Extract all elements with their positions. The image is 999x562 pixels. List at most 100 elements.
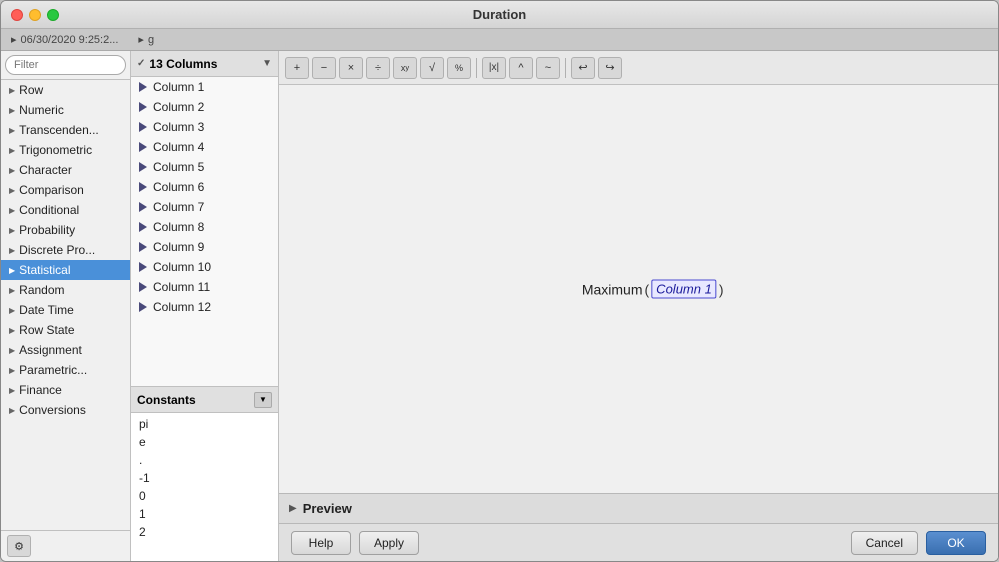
triangle-icon bbox=[139, 142, 147, 152]
formula-toolbar: + − × ÷ xy √ % |x| ^ ~ ↩ ↪ bbox=[279, 51, 998, 85]
list-item[interactable]: Column 5 bbox=[131, 157, 278, 177]
preview-label: Preview bbox=[303, 501, 352, 516]
preview-arrow-icon[interactable]: ▶ bbox=[289, 503, 297, 514]
arrow-icon: ▶ bbox=[9, 246, 15, 255]
list-item[interactable]: e bbox=[139, 433, 270, 451]
sidebar-item-row_state[interactable]: ▶Row State bbox=[1, 320, 130, 340]
list-item[interactable]: pi bbox=[139, 415, 270, 433]
arrow-icon: ▶ bbox=[9, 346, 15, 355]
apply-button[interactable]: Apply bbox=[359, 531, 419, 555]
arrow-icon: ▶ bbox=[9, 146, 15, 155]
formula-argument[interactable]: Column 1 bbox=[651, 280, 717, 299]
cancel-button[interactable]: Cancel bbox=[851, 531, 918, 555]
column-label: Column 8 bbox=[153, 220, 204, 234]
separator1 bbox=[476, 58, 477, 78]
help-button[interactable]: Help bbox=[291, 531, 351, 555]
main-content: ▶Row▶Numeric▶Transcenden... ▶ Trigonometri… bbox=[1, 51, 998, 561]
columns-header: ✓ 13 Columns ▼ bbox=[131, 51, 278, 77]
list-item[interactable]: Column 10 bbox=[131, 257, 278, 277]
preview-bar: ▶ Preview bbox=[279, 493, 998, 523]
sidebar-item-label: Random bbox=[19, 283, 64, 297]
arrow-icon: ▶ bbox=[9, 366, 15, 375]
list-item[interactable]: Column 11 bbox=[131, 277, 278, 297]
list-item[interactable]: Column 3 bbox=[131, 117, 278, 137]
triangle-icon bbox=[139, 202, 147, 212]
undo-button[interactable]: ↩ bbox=[571, 57, 595, 79]
constants-dropdown[interactable]: ▼ bbox=[254, 392, 272, 408]
sidebar-item-conditional[interactable]: ▶Conditional bbox=[1, 200, 130, 220]
triangle-icon bbox=[139, 282, 147, 292]
list-item[interactable]: Column 12 bbox=[131, 297, 278, 317]
sidebar-item-finance[interactable]: ▶Finance bbox=[1, 380, 130, 400]
minus-button[interactable]: − bbox=[312, 57, 336, 79]
list-item[interactable]: Column 8 bbox=[131, 217, 278, 237]
sidebar-item-label: Trigonometric bbox=[19, 143, 92, 157]
abs-button[interactable]: |x| bbox=[482, 57, 506, 79]
maximize-button[interactable] bbox=[47, 9, 59, 21]
redo-button[interactable]: ↪ bbox=[598, 57, 622, 79]
list-item[interactable]: 0 bbox=[139, 487, 270, 505]
multiply-button[interactable]: × bbox=[339, 57, 363, 79]
list-item[interactable]: Column 4 bbox=[131, 137, 278, 157]
right-panel: + − × ÷ xy √ % |x| ^ ~ ↩ ↪ Maximum ( bbox=[279, 51, 998, 561]
dropdown-arrow[interactable]: ▼ bbox=[262, 58, 272, 69]
sidebar-item-assignment[interactable]: ▶Assignment bbox=[1, 340, 130, 360]
minimize-button[interactable] bbox=[29, 9, 41, 21]
list-item[interactable]: 1 bbox=[139, 505, 270, 523]
tilde-button[interactable]: ~ bbox=[536, 57, 560, 79]
function-list: ▶Row▶Numeric▶Transcenden... ▶ Trigonometri… bbox=[1, 80, 130, 530]
sidebar-item-date_time[interactable]: ▶Date Time bbox=[1, 300, 130, 320]
list-item[interactable]: Column 2 bbox=[131, 97, 278, 117]
sidebar-item-trigonometric[interactable]: ▶ Trigonometric bbox=[1, 140, 130, 160]
caret-button[interactable]: ^ bbox=[509, 57, 533, 79]
arrow-icon: ▶ bbox=[9, 266, 15, 275]
constants-label: Constants bbox=[137, 393, 196, 407]
sidebar-item-character[interactable]: ▶Character bbox=[1, 160, 130, 180]
triangle-icon bbox=[139, 82, 147, 92]
sidebar-item-discrete_pro[interactable]: ▶Discrete Pro... bbox=[1, 240, 130, 260]
arrow-icon: ▶ bbox=[9, 326, 15, 335]
sidebar-item-probability[interactable]: ▶Probability bbox=[1, 220, 130, 240]
sidebar-item-random[interactable]: ▶ Random bbox=[1, 280, 130, 300]
arrow-icon: ▶ bbox=[9, 286, 15, 295]
triangle-icon bbox=[139, 302, 147, 312]
triangle-icon bbox=[139, 222, 147, 232]
formula-open-paren: ( bbox=[645, 281, 650, 297]
list-item[interactable]: Column 6 bbox=[131, 177, 278, 197]
pct-button[interactable]: % bbox=[447, 57, 471, 79]
power-button[interactable]: xy bbox=[393, 57, 417, 79]
triangle-icon bbox=[139, 122, 147, 132]
list-item[interactable]: -1 bbox=[139, 469, 270, 487]
column-label: Column 3 bbox=[153, 120, 204, 134]
bottom-right-buttons: Cancel OK bbox=[851, 531, 986, 555]
list-item[interactable]: 2 bbox=[139, 523, 270, 541]
sidebar-item-label: Character bbox=[19, 163, 72, 177]
arrow-icon: ▶ bbox=[9, 106, 15, 115]
window-title: Duration bbox=[473, 7, 526, 22]
sidebar-item-conversions[interactable]: ▶Conversions bbox=[1, 400, 130, 420]
sidebar-item-numeric[interactable]: ▶Numeric bbox=[1, 100, 130, 120]
gear-icon[interactable]: ⚙ bbox=[7, 535, 31, 557]
arrow-icon: ▶ bbox=[9, 186, 15, 195]
close-button[interactable] bbox=[11, 9, 23, 21]
separator2 bbox=[565, 58, 566, 78]
sidebar-item-label: Date Time bbox=[19, 303, 74, 317]
constants-list: pie.-1012 bbox=[131, 413, 278, 561]
columns-list: Column 1Column 2 Column 3 Column 4Column 5… bbox=[131, 77, 278, 386]
formula-function: Maximum bbox=[582, 281, 643, 297]
ok-button[interactable]: OK bbox=[926, 531, 986, 555]
list-item[interactable]: Column 7 bbox=[131, 197, 278, 217]
divide-button[interactable]: ÷ bbox=[366, 57, 390, 79]
sidebar-item-transcendental[interactable]: ▶Transcenden... bbox=[1, 120, 130, 140]
sidebar-item-row[interactable]: ▶Row bbox=[1, 80, 130, 100]
list-item[interactable]: Column 1 bbox=[131, 77, 278, 97]
sqrt-button[interactable]: √ bbox=[420, 57, 444, 79]
sidebar-item-parametric[interactable]: ▶Parametric... bbox=[1, 360, 130, 380]
triangle-icon bbox=[139, 162, 147, 172]
list-item[interactable]: Column 9 bbox=[131, 237, 278, 257]
plus-button[interactable]: + bbox=[285, 57, 309, 79]
search-input[interactable] bbox=[5, 55, 126, 75]
list-item[interactable]: . bbox=[139, 451, 270, 469]
sidebar-item-comparison[interactable]: ▶Comparison bbox=[1, 180, 130, 200]
sidebar-item-statistical[interactable]: ▶Statistical bbox=[1, 260, 130, 280]
